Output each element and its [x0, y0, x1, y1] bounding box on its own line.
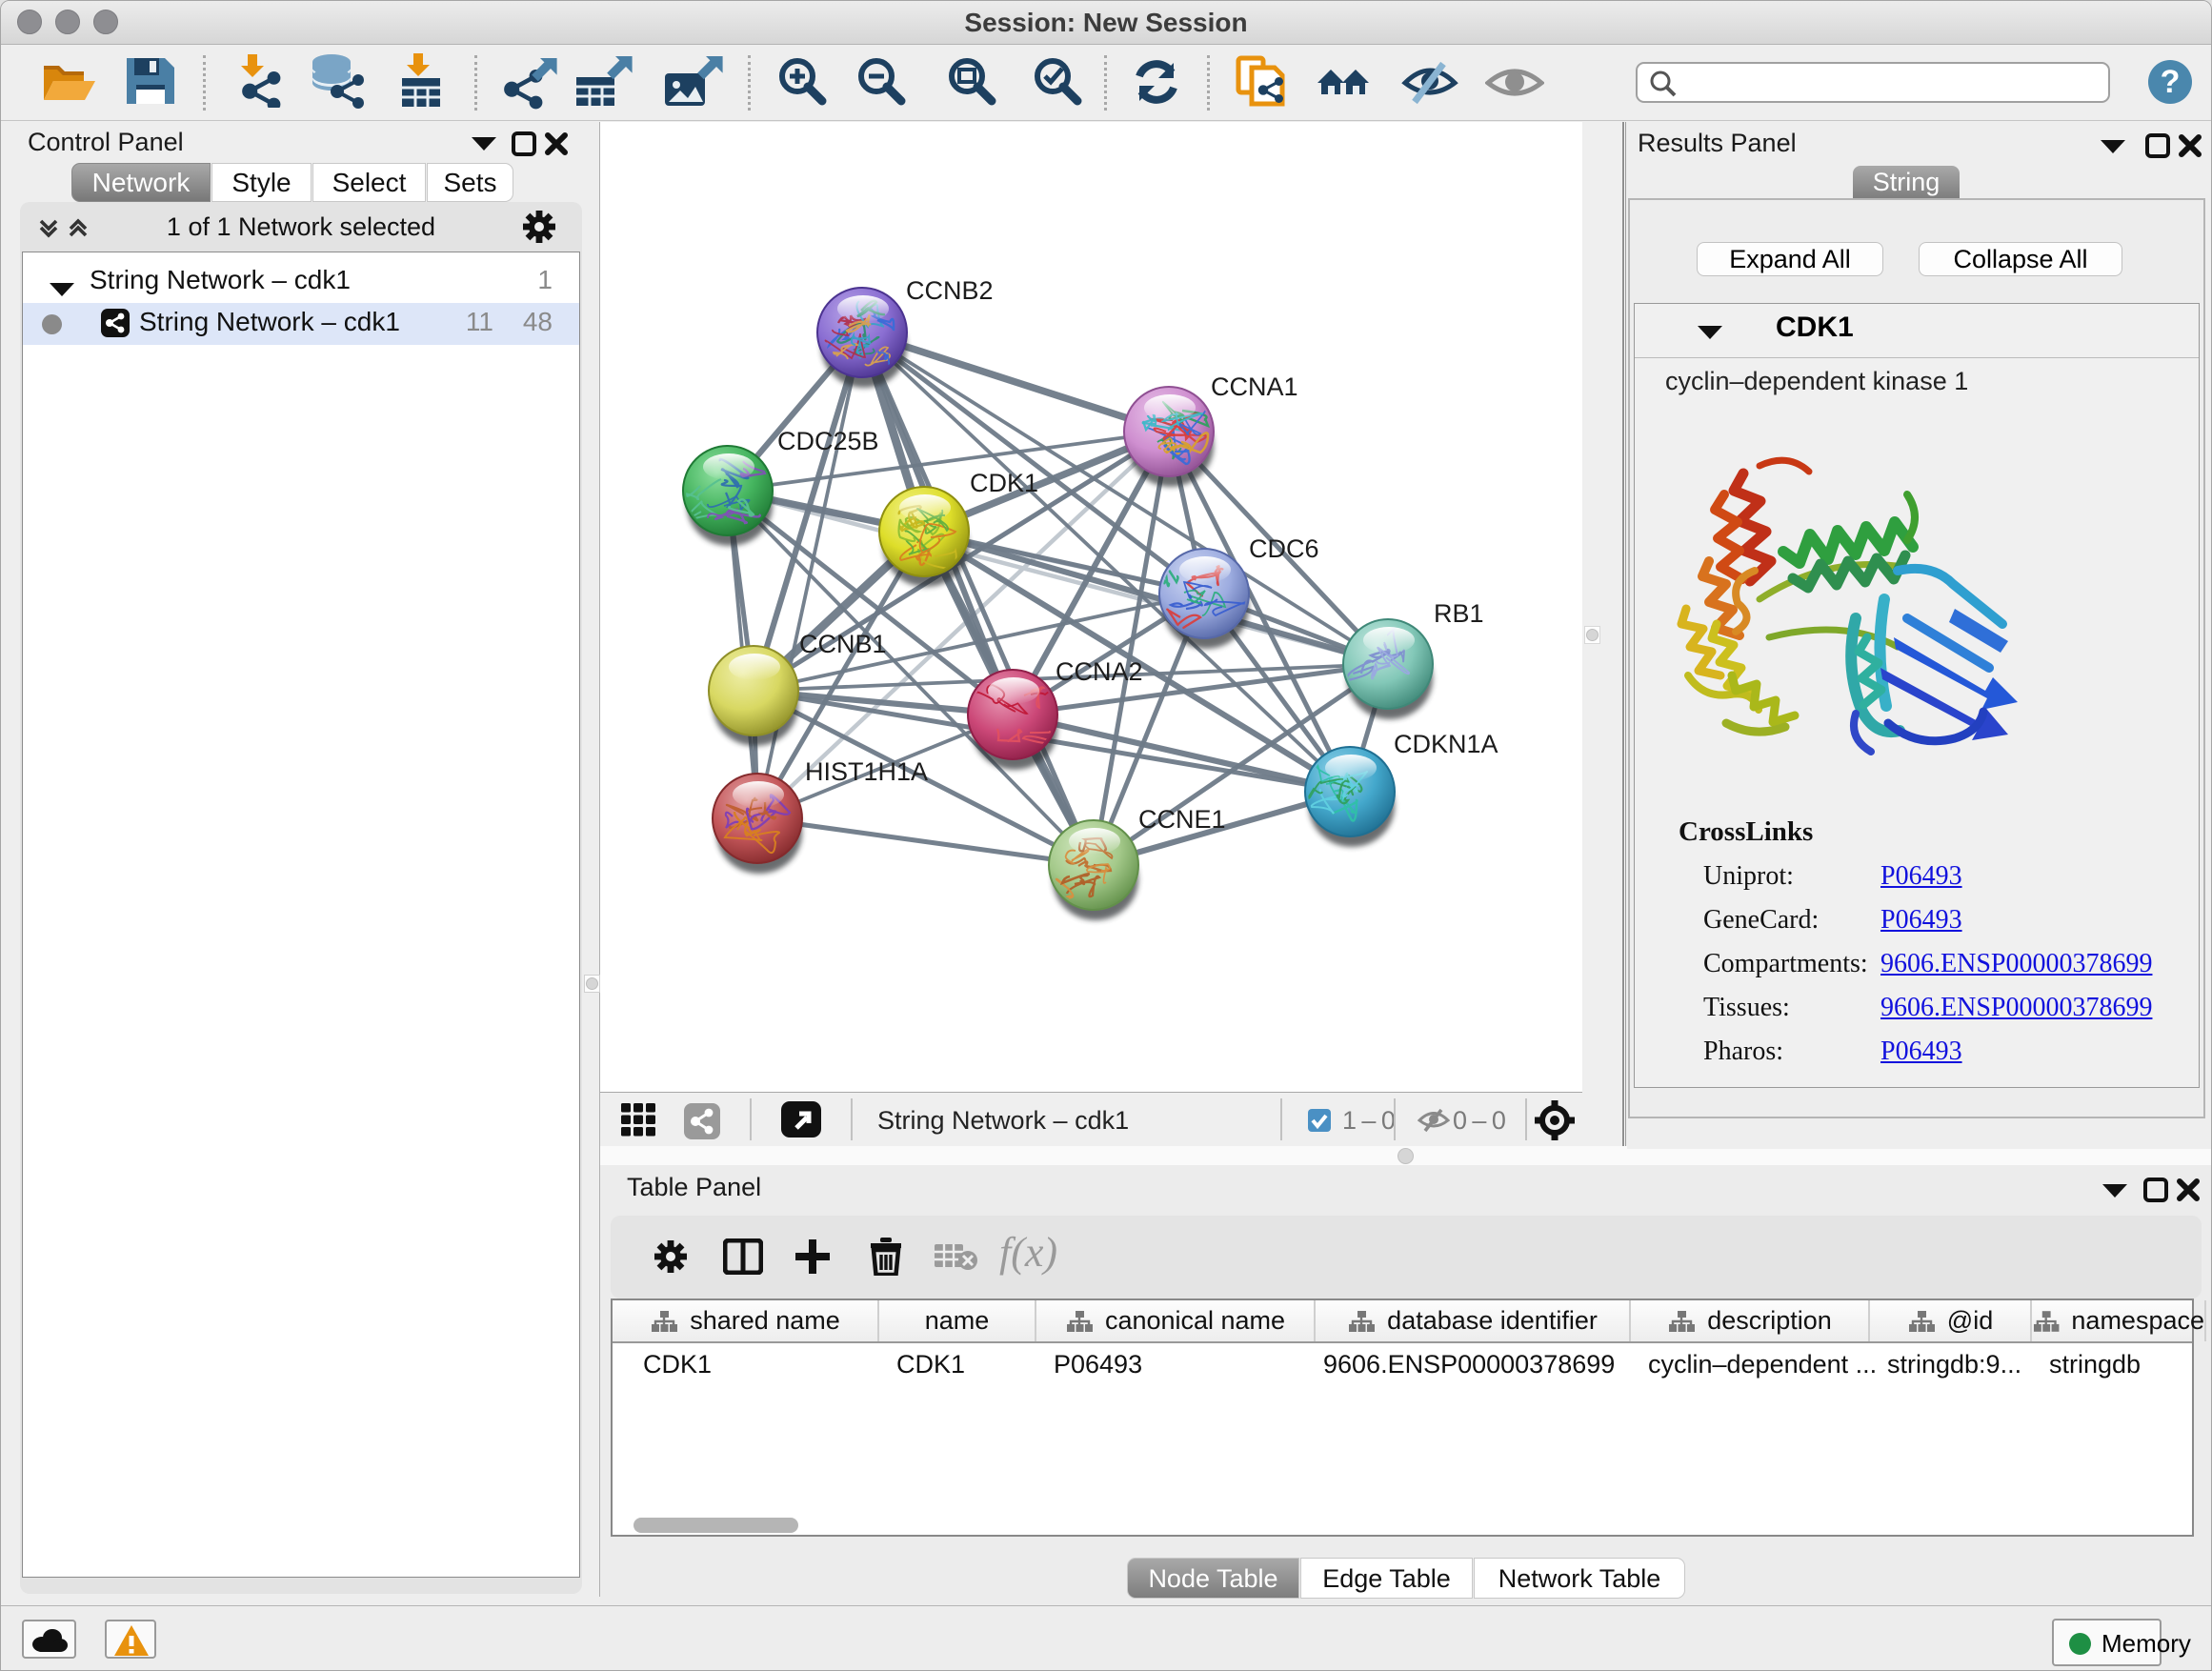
svg-text:CCNA1: CCNA1	[1211, 372, 1298, 401]
svg-text:CCNA2: CCNA2	[1056, 657, 1143, 686]
svg-text:CDKN1A: CDKN1A	[1394, 730, 1498, 758]
svg-text:CCNE1: CCNE1	[1138, 805, 1226, 834]
svg-text:HIST1H1A: HIST1H1A	[805, 757, 928, 786]
svg-text:CDK1: CDK1	[970, 469, 1038, 497]
svg-text:CDC25B: CDC25B	[777, 427, 879, 455]
svg-text:CDC6: CDC6	[1249, 534, 1319, 563]
svg-text:CCNB1: CCNB1	[799, 630, 887, 658]
svg-text:CCNB2: CCNB2	[906, 276, 994, 305]
svg-text:RB1: RB1	[1434, 599, 1484, 628]
